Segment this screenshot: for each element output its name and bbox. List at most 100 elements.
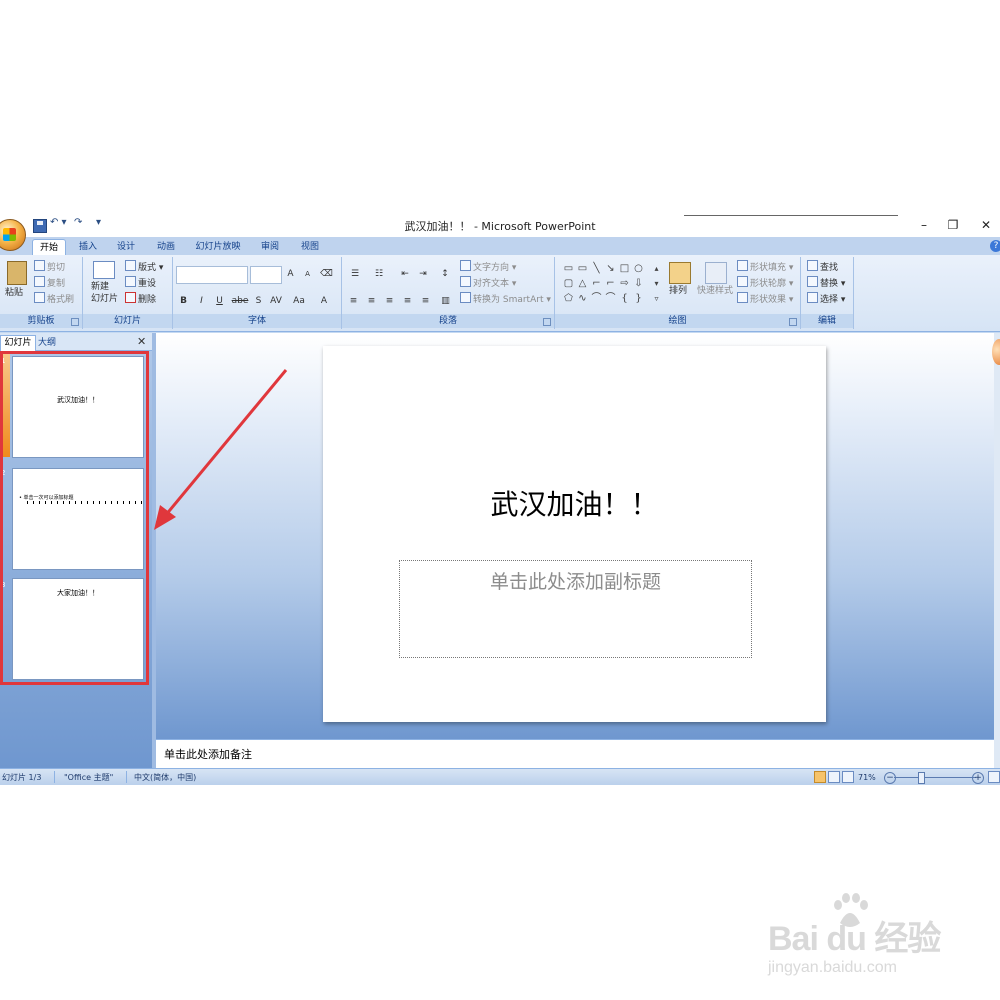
- align-center-icon[interactable]: ≡: [364, 294, 379, 308]
- language-indicator[interactable]: 中文(简体，中国): [134, 771, 196, 784]
- columns-icon[interactable]: ▥: [438, 294, 453, 308]
- decrease-indent-icon[interactable]: ⇤: [396, 267, 414, 281]
- quick-styles-button[interactable]: 快速样式: [697, 285, 733, 297]
- assistant-orb-icon[interactable]: [992, 339, 1000, 365]
- copy-button[interactable]: 复制: [34, 276, 65, 290]
- font-color-button[interactable]: A: [313, 294, 335, 308]
- font-size-select[interactable]: [250, 266, 282, 284]
- align-right-icon[interactable]: ≡: [382, 294, 397, 308]
- change-case-button[interactable]: Aa: [290, 294, 308, 308]
- replace-button[interactable]: 替换 ▾: [807, 276, 845, 290]
- zoom-slider-thumb[interactable]: [918, 772, 925, 784]
- vertical-scrollbar[interactable]: [994, 333, 1000, 769]
- restore-button[interactable]: ❐: [943, 216, 963, 234]
- shape-outline-button[interactable]: 形状轮廓 ▾: [737, 276, 793, 290]
- zoom-slider-track[interactable]: [894, 777, 976, 778]
- format-painter-button[interactable]: 格式刷: [34, 292, 74, 306]
- bold-button[interactable]: B: [176, 294, 191, 308]
- cut-button[interactable]: 剪切: [34, 260, 65, 274]
- tab-animations[interactable]: 动画: [150, 239, 182, 255]
- freeform-shape-icon[interactable]: ∿: [577, 293, 588, 304]
- close-button[interactable]: ✕: [976, 216, 996, 234]
- shape-fill-button[interactable]: 形状填充 ▾: [737, 260, 793, 274]
- numbering-icon[interactable]: ☷: [370, 267, 388, 281]
- tab-outline[interactable]: 大纲: [38, 336, 56, 350]
- close-pane-icon[interactable]: ✕: [137, 335, 146, 348]
- notes-pane[interactable]: 单击此处添加备注: [156, 739, 994, 768]
- underline-button[interactable]: U: [212, 294, 227, 308]
- textbox-vertical-shape-icon[interactable]: ▭: [577, 263, 588, 274]
- convert-smartart-button[interactable]: 转换为 SmartArt ▾: [460, 292, 551, 306]
- pentagon-shape-icon[interactable]: ⬠: [563, 293, 574, 304]
- tab-insert[interactable]: 插入: [72, 239, 104, 255]
- normal-view-icon[interactable]: [814, 771, 826, 783]
- shadow-button[interactable]: S: [251, 294, 266, 308]
- clear-format-button[interactable]: ⌫: [319, 267, 334, 281]
- tab-review[interactable]: 审阅: [254, 239, 286, 255]
- arrange-button[interactable]: 排列: [669, 285, 687, 297]
- down-arrow-shape-icon[interactable]: ⇩: [633, 278, 644, 289]
- shapes-scroll-up-icon[interactable]: ▴: [651, 263, 662, 274]
- brace-left-icon[interactable]: {: [619, 293, 630, 304]
- italic-button[interactable]: I: [194, 294, 209, 308]
- tab-view[interactable]: 视图: [294, 239, 326, 255]
- tab-home[interactable]: 开始: [32, 239, 66, 256]
- zoom-out-button[interactable]: −: [884, 772, 896, 784]
- select-button[interactable]: 选择 ▾: [807, 292, 845, 306]
- shape-effects-button[interactable]: 形状效果 ▾: [737, 292, 793, 306]
- arrow-shape-icon[interactable]: ↘: [605, 263, 616, 274]
- rectangle-shape-icon[interactable]: □: [619, 263, 630, 274]
- shapes-more-icon[interactable]: ▿: [651, 293, 662, 304]
- justify-icon[interactable]: ≡: [400, 294, 415, 308]
- strikethrough-button[interactable]: abe: [229, 294, 251, 308]
- line-spacing-icon[interactable]: ↕: [436, 267, 454, 281]
- zoom-level[interactable]: 71%: [858, 771, 876, 784]
- text-direction-button[interactable]: 文字方向 ▾: [460, 260, 516, 274]
- arrange-icon[interactable]: [669, 262, 691, 284]
- textbox-shape-icon[interactable]: ▭: [563, 263, 574, 274]
- drawing-launcher-icon[interactable]: [789, 318, 797, 326]
- help-icon[interactable]: ?: [990, 240, 1000, 252]
- char-spacing-button[interactable]: AV: [266, 294, 286, 308]
- oval-shape-icon[interactable]: ○: [633, 263, 644, 274]
- clipboard-launcher-icon[interactable]: [71, 318, 79, 326]
- layout-button[interactable]: 版式 ▾: [125, 260, 163, 274]
- bullets-icon[interactable]: ☰: [346, 267, 364, 281]
- grow-font-button[interactable]: A: [283, 267, 298, 281]
- paste-icon[interactable]: [7, 261, 27, 285]
- tab-slides[interactable]: 幻灯片: [0, 335, 36, 351]
- current-slide[interactable]: 武汉加油！！ 单击此处添加副标题: [323, 346, 826, 722]
- subtitle-placeholder[interactable]: 单击此处添加副标题: [399, 560, 752, 658]
- new-slide-icon[interactable]: [93, 261, 115, 279]
- slide-sorter-icon[interactable]: [828, 771, 840, 783]
- arc-shape-icon[interactable]: ⌒: [605, 293, 616, 304]
- delete-slide-button[interactable]: 删除: [125, 292, 156, 306]
- curve-shape-icon[interactable]: ⌒: [591, 293, 602, 304]
- fit-to-window-icon[interactable]: [988, 771, 1000, 783]
- increase-indent-icon[interactable]: ⇥: [414, 267, 432, 281]
- brace-right-icon[interactable]: }: [633, 293, 644, 304]
- paste-button[interactable]: 粘贴: [5, 287, 23, 299]
- font-family-select[interactable]: [176, 266, 248, 284]
- line-shape-icon[interactable]: ╲: [591, 263, 602, 274]
- reset-button[interactable]: 重设: [125, 276, 156, 290]
- quick-styles-icon[interactable]: [705, 262, 727, 284]
- paragraph-launcher-icon[interactable]: [543, 318, 551, 326]
- shapes-scroll-down-icon[interactable]: ▾: [651, 278, 662, 289]
- minimize-button[interactable]: –: [914, 216, 934, 234]
- triangle-shape-icon[interactable]: △: [577, 278, 588, 289]
- right-arrow-shape-icon[interactable]: ⇨: [619, 278, 630, 289]
- elbow-connector-icon[interactable]: ⌐: [591, 278, 602, 289]
- zoom-in-button[interactable]: +: [972, 772, 984, 784]
- tab-design[interactable]: 设计: [110, 239, 142, 255]
- elbow-arrow-icon[interactable]: ⌐: [605, 278, 616, 289]
- slideshow-view-icon[interactable]: [842, 771, 854, 783]
- new-slide-button[interactable]: 新建 幻灯片: [91, 281, 118, 305]
- rounded-rect-shape-icon[interactable]: ▢: [563, 278, 574, 289]
- find-button[interactable]: 查找: [807, 260, 838, 274]
- slide-title[interactable]: 武汉加油！！: [323, 483, 826, 523]
- align-text-button[interactable]: 对齐文本 ▾: [460, 276, 516, 290]
- tab-slideshow[interactable]: 幻灯片放映: [190, 239, 246, 255]
- distributed-icon[interactable]: ≡: [418, 294, 433, 308]
- shrink-font-button[interactable]: A: [300, 267, 315, 281]
